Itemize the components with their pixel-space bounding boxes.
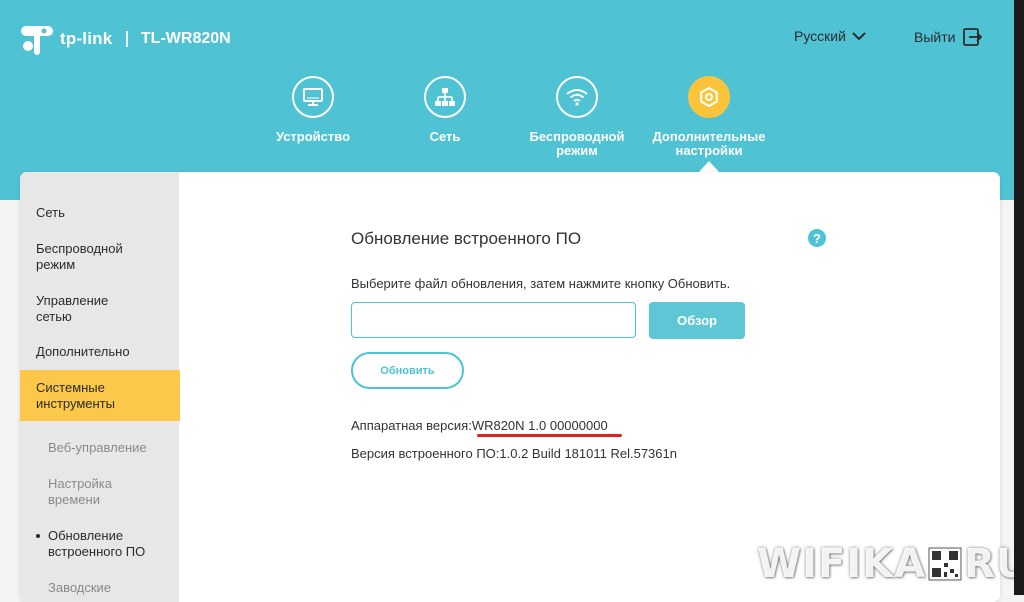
firmware-version-label: Версия встроенного ПО: — [351, 446, 500, 461]
chevron-down-icon — [852, 32, 866, 41]
sidebar-item-wireless[interactable]: Беспроводной режим — [20, 241, 150, 273]
help-icon[interactable]: ? — [808, 229, 826, 247]
tab-network-label: Сеть — [429, 129, 461, 144]
tab-device-label: Устройство — [275, 129, 351, 144]
file-path-input[interactable] — [351, 302, 636, 338]
sidebar-item-network[interactable]: Сеть — [20, 205, 179, 221]
active-tab-pointer — [699, 161, 719, 172]
red-underline-annotation — [477, 434, 622, 437]
tab-wireless[interactable]: Беспроводной режим — [512, 76, 642, 158]
wifika-watermark: WIFIKA RU — [757, 541, 1024, 587]
hardware-version-label: Аппаратная версия: — [351, 418, 472, 433]
top-header: tp-link TL-WR820N Русский Выйти Устройст… — [0, 0, 1024, 200]
hardware-version: Аппаратная версия:WR820N 1.0 00000000 — [351, 418, 608, 433]
tab-network[interactable]: Сеть — [380, 76, 510, 144]
logout-button[interactable]: Выйти — [914, 28, 983, 46]
page-title: Обновление встроенного ПО — [351, 229, 582, 248]
firmware-version-value: 1.0.2 Build 181011 Rel.57361n — [499, 446, 677, 461]
monitor-icon — [292, 76, 334, 118]
sidebar-subitem-web-management[interactable]: Веб-управление — [20, 440, 179, 456]
sidebar-subitem-time-settings[interactable]: Настройка времени — [20, 476, 179, 508]
sidebar-subitem-firmware-update[interactable]: Обновление встроенного ПО — [20, 528, 179, 560]
sidebar-item-advanced[interactable]: Дополнительно — [20, 344, 179, 360]
hardware-version-value: WR820N 1.0 00000000 — [471, 418, 608, 433]
logo-divider — [126, 31, 128, 47]
sidebar-subitem-label: Заводские — [48, 580, 112, 595]
window-edge — [1014, 0, 1024, 595]
sidebar-item-label: Дополнительно — [36, 344, 130, 359]
instruction-text: Выберите файл обновления, затем нажмите … — [351, 276, 731, 291]
sidebar-subitem-label: Веб-управление — [48, 440, 147, 455]
main-panel: Сеть Беспроводной режим Управление сетью… — [20, 172, 1000, 602]
sidebar-subitem-label: Обновление встроенного ПО — [48, 528, 146, 559]
browse-button[interactable]: Обзор — [649, 302, 745, 339]
logout-label: Выйти — [914, 29, 956, 45]
sidebar-item-label: Сеть — [36, 205, 65, 220]
language-select[interactable]: Русский — [794, 28, 866, 44]
tab-advanced[interactable]: Дополнительные настройки — [644, 76, 774, 158]
sidebar-subitem-label: Настройка времени — [48, 476, 112, 507]
tp-link-logo[interactable]: tp-link TL-WR820N — [20, 20, 231, 58]
logout-icon — [963, 28, 983, 46]
sidebar: Сеть Беспроводной режим Управление сетью… — [20, 172, 180, 602]
sidebar-subitem-factory[interactable]: Заводские — [20, 580, 179, 596]
sidebar-item-label: Системные инструменты — [36, 380, 115, 411]
tab-advanced-label: Дополнительные настройки — [652, 129, 766, 158]
sidebar-item-label: Беспроводной режим — [36, 241, 123, 272]
firmware-version: Версия встроенного ПО:1.0.2 Build 181011… — [351, 446, 677, 461]
brand-name: tp-link — [60, 29, 113, 48]
language-label: Русский — [794, 28, 846, 44]
watermark-left-text: WIFIKA — [757, 541, 927, 587]
gear-icon — [688, 76, 730, 118]
update-button[interactable]: Обновить — [351, 352, 464, 389]
tab-device[interactable]: Устройство — [248, 76, 378, 144]
network-icon — [424, 76, 466, 118]
content-area: Обновление встроенного ПО ? Выберите фай… — [179, 172, 1000, 602]
tp-link-logo-icon — [21, 26, 53, 55]
sidebar-item-label: Управление сетью — [36, 293, 109, 324]
model-name: TL-WR820N — [140, 30, 231, 47]
sidebar-item-network-management[interactable]: Управление сетью — [20, 293, 130, 325]
wifi-icon — [556, 76, 598, 118]
qr-code-icon — [928, 547, 962, 581]
sidebar-item-system-tools[interactable]: Системные инструменты — [20, 370, 180, 421]
tab-wireless-label: Беспроводной режим — [529, 129, 625, 158]
current-item-bullet — [36, 534, 40, 538]
